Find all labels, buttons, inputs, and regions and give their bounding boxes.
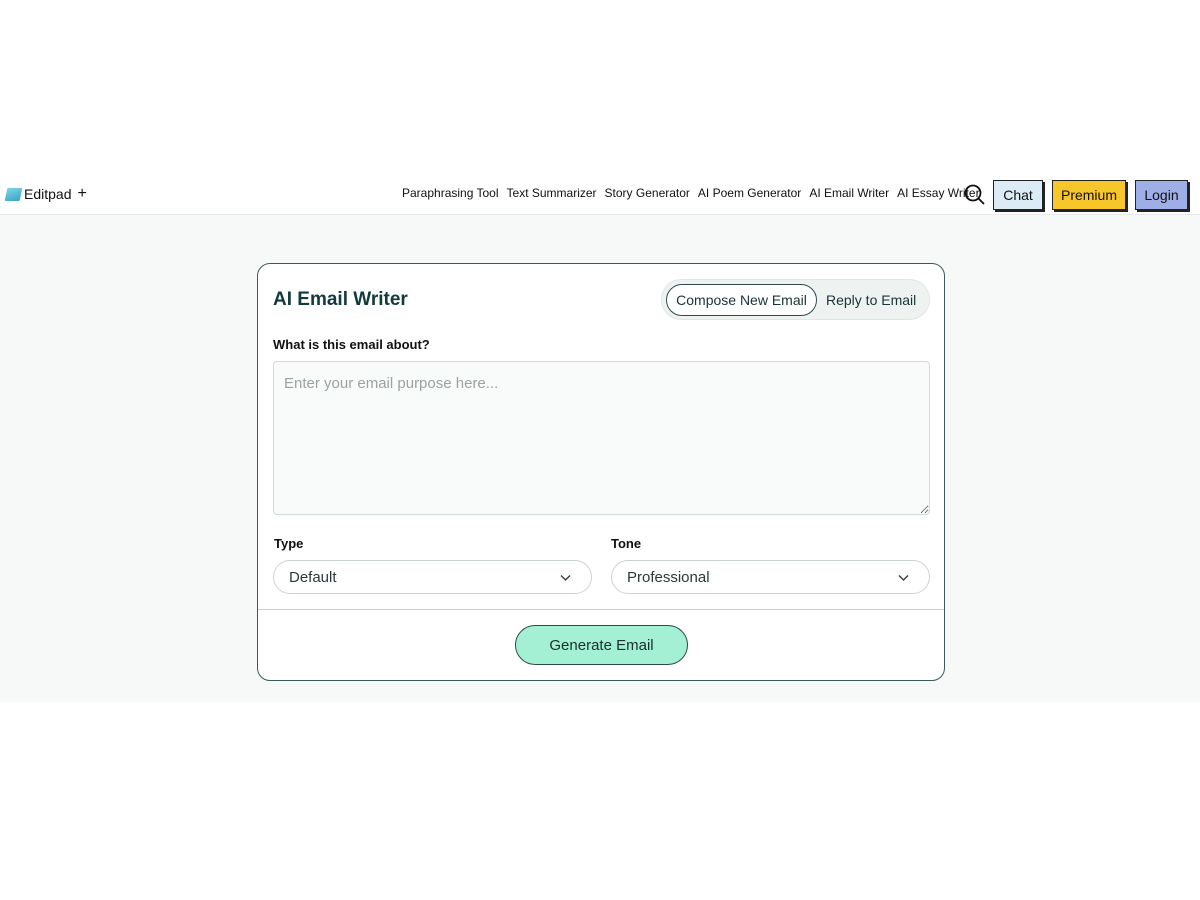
login-button[interactable]: Login — [1135, 180, 1188, 210]
tone-label: Tone — [611, 536, 642, 551]
top-header: Editpad + Paraphrasing Tool Text Summari… — [0, 172, 1200, 215]
nav-paraphrasing-tool[interactable]: Paraphrasing Tool — [402, 186, 499, 200]
reply-to-email-tab[interactable]: Reply to Email — [826, 284, 916, 316]
nav-text-summarizer[interactable]: Text Summarizer — [507, 186, 597, 200]
chevron-down-icon — [898, 575, 909, 581]
email-about-label: What is this email about? — [273, 337, 430, 352]
card-divider — [258, 609, 944, 610]
tone-select[interactable]: Professional — [611, 560, 930, 594]
email-writer-card: AI Email Writer Compose New Email Reply … — [257, 263, 945, 681]
logo-plus: + — [77, 185, 87, 202]
chevron-down-icon — [560, 575, 571, 581]
logo-text: Editpad — [24, 186, 72, 202]
editpad-logo[interactable]: Editpad + — [4, 185, 87, 202]
nav-story-generator[interactable]: Story Generator — [605, 186, 690, 200]
email-purpose-input[interactable] — [273, 361, 930, 515]
nav-ai-email-writer[interactable]: AI Email Writer — [809, 186, 889, 200]
chat-button[interactable]: Chat — [993, 180, 1043, 210]
type-label: Type — [274, 536, 304, 551]
search-icon[interactable] — [964, 184, 985, 205]
type-select-value: Default — [289, 568, 337, 586]
premium-button[interactable]: Premium — [1052, 180, 1126, 210]
generate-email-button[interactable]: Generate Email — [515, 625, 688, 665]
editpad-logo-icon — [4, 187, 23, 201]
compose-new-email-tab[interactable]: Compose New Email — [666, 284, 817, 316]
page-title: AI Email Writer — [273, 289, 408, 310]
type-select[interactable]: Default — [273, 560, 592, 594]
tone-select-value: Professional — [627, 568, 710, 586]
main-nav: Paraphrasing Tool Text Summarizer Story … — [402, 186, 980, 200]
mode-switch: Compose New Email Reply to Email — [661, 279, 930, 320]
nav-ai-poem-generator[interactable]: AI Poem Generator — [698, 186, 801, 200]
